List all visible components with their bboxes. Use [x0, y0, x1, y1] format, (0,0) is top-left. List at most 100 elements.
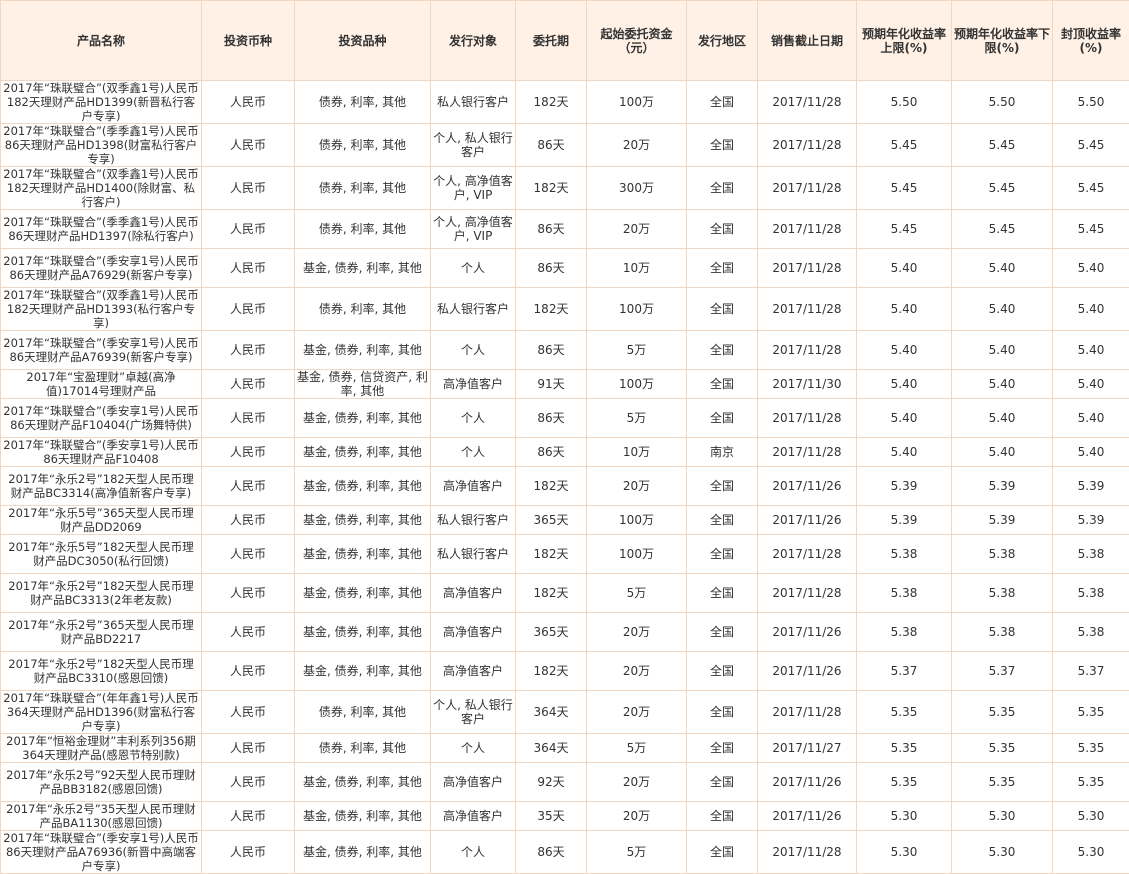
cell-cap-yield: 5.38 [1053, 574, 1129, 613]
cell-currency: 人民币 [202, 81, 295, 124]
cell-yield-upper: 5.40 [857, 288, 952, 331]
cell-deadline: 2017/11/28 [758, 167, 857, 210]
cell-deadline: 2017/11/28 [758, 535, 857, 574]
cell-deadline: 2017/11/28 [758, 574, 857, 613]
cell-min-investment: 100万 [587, 370, 687, 399]
column-header-region: 发行地区 [687, 1, 758, 81]
cell-term: 182天 [516, 574, 587, 613]
table-row: 2017年“恒裕金理财”丰利系列356期364天理财产品(感恩节特别款)人民币债… [1, 734, 1129, 763]
cell-target: 个人 [431, 438, 516, 467]
cell-term: 86天 [516, 831, 587, 874]
table-row: 2017年“永乐2号”182天型人民币理财产品BC3313(2年老友款)人民币基… [1, 574, 1129, 613]
cell-yield-upper: 5.30 [857, 831, 952, 874]
column-header-term: 委托期 [516, 1, 587, 81]
cell-yield-upper: 5.30 [857, 802, 952, 831]
cell-term: 364天 [516, 734, 587, 763]
cell-yield-lower: 5.50 [952, 81, 1053, 124]
cell-min-investment: 300万 [587, 167, 687, 210]
cell-deadline: 2017/11/28 [758, 288, 857, 331]
cell-min-investment: 20万 [587, 691, 687, 734]
cell-cap-yield: 5.30 [1053, 802, 1129, 831]
cell-deadline: 2017/11/28 [758, 81, 857, 124]
cell-target: 私人银行客户 [431, 535, 516, 574]
table-row: 2017年“永乐2号”182天型人民币理财产品BC3310(感恩回馈)人民币基金… [1, 652, 1129, 691]
cell-region: 全国 [687, 124, 758, 167]
cell-variety: 基金, 债券, 利率, 其他 [295, 331, 431, 370]
cell-cap-yield: 5.37 [1053, 652, 1129, 691]
cell-min-investment: 20万 [587, 124, 687, 167]
cell-min-investment: 20万 [587, 467, 687, 506]
cell-yield-upper: 5.38 [857, 613, 952, 652]
cell-name: 2017年“永乐2号”182天型人民币理财产品BC3313(2年老友款) [1, 574, 202, 613]
cell-variety: 基金, 债券, 利率, 其他 [295, 613, 431, 652]
cell-min-investment: 5万 [587, 331, 687, 370]
cell-currency: 人民币 [202, 613, 295, 652]
cell-deadline: 2017/11/28 [758, 831, 857, 874]
cell-min-investment: 5万 [587, 734, 687, 763]
cell-deadline: 2017/11/28 [758, 691, 857, 734]
cell-region: 全国 [687, 613, 758, 652]
cell-variety: 基金, 债券, 利率, 其他 [295, 249, 431, 288]
cell-target: 个人 [431, 831, 516, 874]
cell-yield-lower: 5.37 [952, 652, 1053, 691]
cell-term: 86天 [516, 438, 587, 467]
cell-min-investment: 100万 [587, 506, 687, 535]
cell-yield-upper: 5.35 [857, 734, 952, 763]
cell-region: 全国 [687, 802, 758, 831]
cell-cap-yield: 5.39 [1053, 506, 1129, 535]
cell-yield-upper: 5.38 [857, 574, 952, 613]
cell-variety: 债券, 利率, 其他 [295, 124, 431, 167]
cell-deadline: 2017/11/28 [758, 331, 857, 370]
cell-target: 个人 [431, 399, 516, 438]
cell-term: 86天 [516, 210, 587, 249]
cell-yield-lower: 5.40 [952, 288, 1053, 331]
cell-name: 2017年“珠联璧合”(季季鑫1号)人民币86天理财产品HD1397(除私行客户… [1, 210, 202, 249]
cell-region: 全国 [687, 763, 758, 802]
table-row: 2017年“永乐2号”92天型人民币理财产品BB3182(感恩回馈)人民币基金,… [1, 763, 1129, 802]
cell-variety: 基金, 债券, 利率, 其他 [295, 506, 431, 535]
cell-currency: 人民币 [202, 691, 295, 734]
cell-target: 高净值客户 [431, 467, 516, 506]
table-row: 2017年“永乐5号”365天型人民币理财产品DD2069人民币基金, 债券, … [1, 506, 1129, 535]
table-row: 2017年“永乐2号”365天型人民币理财产品BD2217人民币基金, 债券, … [1, 613, 1129, 652]
table-row: 2017年“永乐2号”182天型人民币理财产品BC3314(高净值新客户专享)人… [1, 467, 1129, 506]
cell-name: 2017年“珠联璧合”(双季鑫1号)人民币182天理财产品HD1399(新晋私行… [1, 81, 202, 124]
cell-deadline: 2017/11/28 [758, 249, 857, 288]
cell-name: 2017年“珠联璧合”(季季鑫1号)人民币86天理财产品HD1398(财富私行客… [1, 124, 202, 167]
cell-deadline: 2017/11/26 [758, 652, 857, 691]
cell-yield-upper: 5.45 [857, 124, 952, 167]
cell-term: 182天 [516, 467, 587, 506]
cell-variety: 基金, 债券, 利率, 其他 [295, 399, 431, 438]
cell-yield-lower: 5.30 [952, 802, 1053, 831]
cell-target: 高净值客户 [431, 652, 516, 691]
cell-name: 2017年“珠联璧合”(年年鑫1号)人民币364天理财产品HD1396(财富私行… [1, 691, 202, 734]
cell-cap-yield: 5.45 [1053, 210, 1129, 249]
cell-cap-yield: 5.39 [1053, 467, 1129, 506]
table-row: 2017年“珠联璧合”(双季鑫1号)人民币182天理财产品HD1393(私行客户… [1, 288, 1129, 331]
cell-yield-lower: 5.40 [952, 331, 1053, 370]
cell-deadline: 2017/11/26 [758, 467, 857, 506]
cell-region: 全国 [687, 167, 758, 210]
column-header-name: 产品名称 [1, 1, 202, 81]
cell-cap-yield: 5.50 [1053, 81, 1129, 124]
cell-yield-upper: 5.39 [857, 506, 952, 535]
cell-currency: 人民币 [202, 370, 295, 399]
table-row: 2017年“宝盈理财”卓越(高净值)17014号理财产品人民币基金, 债券, 信… [1, 370, 1129, 399]
cell-variety: 债券, 利率, 其他 [295, 734, 431, 763]
cell-region: 全国 [687, 288, 758, 331]
cell-name: 2017年“恒裕金理财”丰利系列356期364天理财产品(感恩节特别款) [1, 734, 202, 763]
cell-target: 私人银行客户 [431, 288, 516, 331]
cell-currency: 人民币 [202, 210, 295, 249]
cell-currency: 人民币 [202, 802, 295, 831]
cell-variety: 基金, 债券, 利率, 其他 [295, 802, 431, 831]
cell-target: 高净值客户 [431, 370, 516, 399]
cell-term: 364天 [516, 691, 587, 734]
cell-term: 365天 [516, 613, 587, 652]
cell-cap-yield: 5.40 [1053, 331, 1129, 370]
cell-cap-yield: 5.38 [1053, 613, 1129, 652]
cell-currency: 人民币 [202, 438, 295, 467]
cell-min-investment: 5万 [587, 831, 687, 874]
cell-cap-yield: 5.45 [1053, 167, 1129, 210]
cell-currency: 人民币 [202, 652, 295, 691]
table-row: 2017年“珠联璧合”(年年鑫1号)人民币364天理财产品HD1396(财富私行… [1, 691, 1129, 734]
